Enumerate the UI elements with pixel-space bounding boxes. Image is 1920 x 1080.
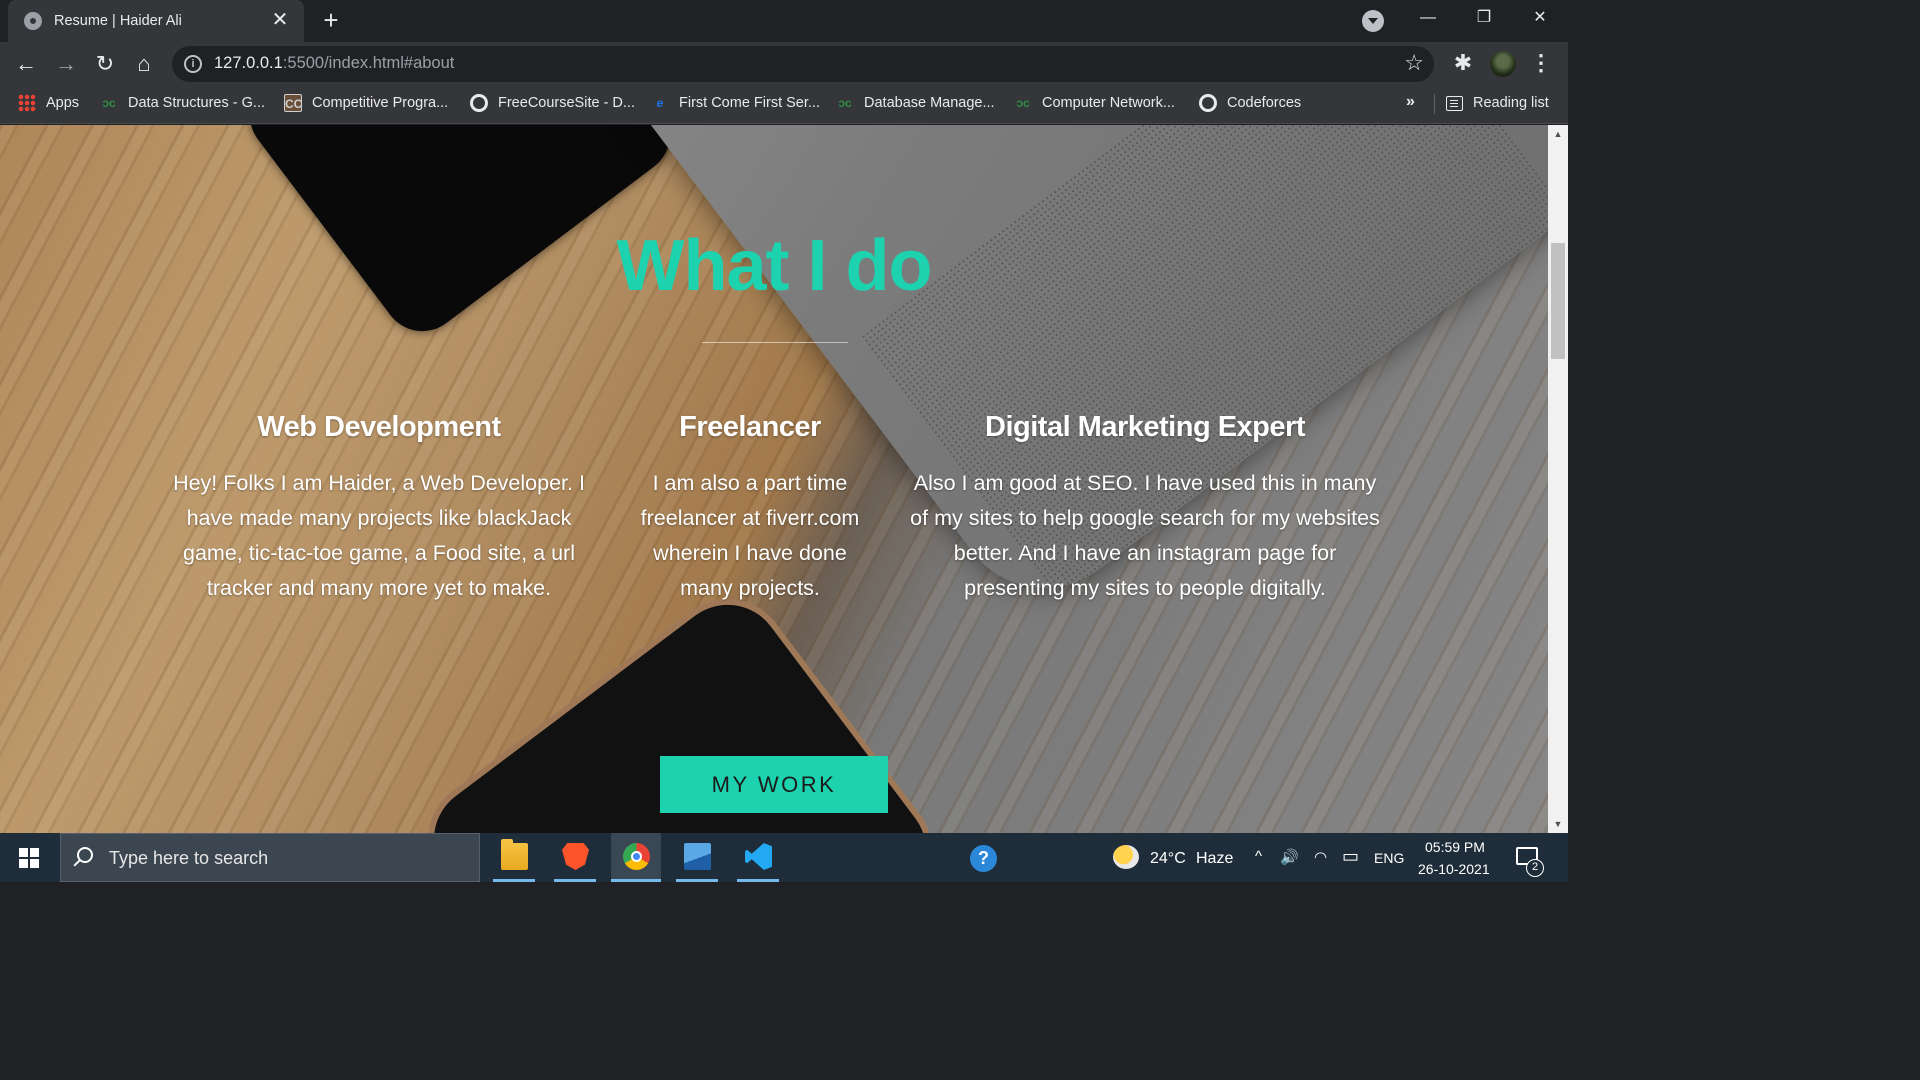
weather-temp[interactable]: 24°C <box>1150 850 1186 868</box>
profile-avatar[interactable] <box>1490 51 1516 77</box>
scrollbar-thumb[interactable] <box>1551 243 1565 359</box>
reading-list-button[interactable]: Reading list <box>1446 86 1549 120</box>
bookmark-label: Codeforces <box>1227 95 1302 111</box>
bookmark-fcfs[interactable]: e First Come First Ser... <box>651 86 820 120</box>
apps-grid-icon <box>18 94 36 112</box>
bookmark-label: Apps <box>46 95 80 111</box>
new-tab-button[interactable]: + <box>316 6 346 36</box>
bookmark-codeforces[interactable]: Codeforces <box>1199 86 1301 120</box>
battery-icon[interactable]: ▭ <box>1342 846 1359 867</box>
service-heading: Web Development <box>257 411 501 443</box>
service-heading: Digital Marketing Expert <box>985 411 1305 443</box>
gfg-icon: ↄc <box>838 96 852 110</box>
taskbar-chrome[interactable] <box>611 833 661 882</box>
cc-icon: CC <box>284 94 302 112</box>
extensions-icon[interactable]: ✱ <box>1450 50 1476 76</box>
url-path: :5500/index.html#about <box>282 54 455 72</box>
weather-icon[interactable] <box>1113 845 1139 869</box>
tab-search-icon[interactable] <box>1362 10 1384 32</box>
taskbar-search[interactable]: Type here to search <box>60 833 480 882</box>
service-web-development: Web Development Hey! Folks I am Haider, … <box>168 411 590 606</box>
bookmarks-bar: Apps ↄc Data Structures - G... CC Competit… <box>0 86 1568 124</box>
tab-title: Resume | Haider Ali <box>54 13 182 29</box>
bookmarks-overflow-button[interactable]: » <box>1406 93 1415 111</box>
url-host: 127.0.0.1 <box>214 54 283 72</box>
photos-icon <box>684 843 711 870</box>
bookmark-label: Data Structures - G... <box>128 95 265 111</box>
bookmark-label: FreeCourseSite - D... <box>498 95 635 111</box>
scroll-down-arrow[interactable]: ▼ <box>1548 815 1568 833</box>
globe-icon <box>24 12 42 30</box>
brave-icon <box>562 843 589 870</box>
gfg-icon: ↄc <box>1016 96 1030 110</box>
my-work-button[interactable]: MY WORK <box>660 756 888 813</box>
reload-button[interactable]: ↻ <box>89 48 121 80</box>
notification-count-badge: 2 <box>1526 859 1544 877</box>
help-icon[interactable]: ? <box>970 845 997 872</box>
bookmark-data-structures[interactable]: ↄc Data Structures - G... <box>100 86 265 120</box>
bookmark-database-management[interactable]: ↄc Database Manage... <box>836 86 995 120</box>
bookmark-computer-network[interactable]: ↄc Computer Network... <box>1014 86 1175 120</box>
page-viewport[interactable]: 1 W Q S X A Z command ⇥ option control f… <box>0 125 1548 833</box>
weather-condition[interactable]: Haze <box>1196 850 1233 868</box>
minimize-button[interactable]: — <box>1400 0 1456 36</box>
clock-time[interactable]: 05:59 PM <box>1425 839 1485 855</box>
site-info-icon[interactable]: i <box>184 55 202 73</box>
service-description: I am also a part time freelancer at five… <box>640 471 860 600</box>
title-divider <box>702 342 848 343</box>
bookmark-competitive-programming[interactable]: CC Competitive Progra... <box>284 86 448 120</box>
wifi-icon[interactable]: ◠ <box>1314 848 1327 866</box>
browser-toolbar: ← → ↻ ⌂ i 127.0.0.1:5500/index.html#abou… <box>0 42 1568 86</box>
e-icon: e <box>656 96 664 110</box>
menu-icon[interactable]: ⋮ <box>1530 50 1552 76</box>
bookmark-apps[interactable]: Apps <box>18 86 79 120</box>
file-explorer-icon <box>501 839 528 870</box>
language-indicator[interactable]: ENG <box>1374 850 1404 866</box>
windows-logo-icon <box>19 848 39 868</box>
tab-strip: Resume | Haider Ali ✕ + — ❐ ✕ <box>0 0 1568 42</box>
forward-button[interactable]: → <box>50 48 82 80</box>
globe-icon <box>470 94 488 112</box>
taskbar-vscode[interactable] <box>733 833 783 882</box>
chrome-icon <box>623 843 650 870</box>
restore-button[interactable]: ❐ <box>1456 0 1512 36</box>
service-digital-marketing: Digital Marketing Expert Also I am good … <box>908 411 1382 606</box>
bookmark-label: First Come First Ser... <box>679 95 820 111</box>
service-freelancer: Freelancer I am also a part time freelan… <box>640 411 860 606</box>
tab-close-button[interactable]: ✕ <box>268 9 292 33</box>
search-icon <box>77 847 93 863</box>
back-button[interactable]: ← <box>10 48 42 80</box>
browser-tab[interactable]: Resume | Haider Ali ✕ <box>8 0 304 42</box>
tray-chevron-icon[interactable]: ^ <box>1255 848 1262 865</box>
service-description: Hey! Folks I am Haider, a Web Developer.… <box>173 471 585 600</box>
bookmark-freecoursesite[interactable]: FreeCourseSite - D... <box>470 86 635 120</box>
reading-list-label: Reading list <box>1473 95 1549 111</box>
bookmark-label: Database Manage... <box>864 95 995 111</box>
reading-list-icon <box>1446 95 1463 111</box>
bookmark-star-icon[interactable]: ☆ <box>1404 50 1424 76</box>
taskbar-brave[interactable] <box>550 833 600 882</box>
divider <box>1434 94 1435 114</box>
taskbar-photos[interactable] <box>672 833 722 882</box>
windows-taskbar: Type here to search ? 24°C Haze ^ 🔊 ◠ ▭ … <box>0 833 1568 882</box>
bookmark-label: Competitive Progra... <box>312 95 449 111</box>
section-title: What I do <box>616 226 933 306</box>
taskbar-file-explorer[interactable] <box>489 833 539 882</box>
vscode-icon <box>745 843 772 870</box>
close-window-button[interactable]: ✕ <box>1512 0 1568 36</box>
page-scrollbar[interactable]: ▲ ▼ <box>1548 125 1568 833</box>
search-placeholder: Type here to search <box>109 848 269 868</box>
gfg-icon: ↄc <box>102 96 116 110</box>
bookmark-label: Computer Network... <box>1042 95 1175 111</box>
address-bar[interactable]: i 127.0.0.1:5500/index.html#about ☆ <box>172 46 1434 82</box>
service-description: Also I am good at SEO. I have used this … <box>910 471 1380 600</box>
globe-icon <box>1199 94 1217 112</box>
url-text[interactable]: 127.0.0.1:5500/index.html#about <box>214 54 454 73</box>
service-heading: Freelancer <box>679 411 821 443</box>
scroll-up-arrow[interactable]: ▲ <box>1548 125 1568 143</box>
clock-date[interactable]: 26-10-2021 <box>1418 861 1490 877</box>
start-button[interactable] <box>0 833 58 882</box>
volume-icon[interactable]: 🔊 <box>1280 848 1299 866</box>
home-button[interactable]: ⌂ <box>128 48 160 80</box>
